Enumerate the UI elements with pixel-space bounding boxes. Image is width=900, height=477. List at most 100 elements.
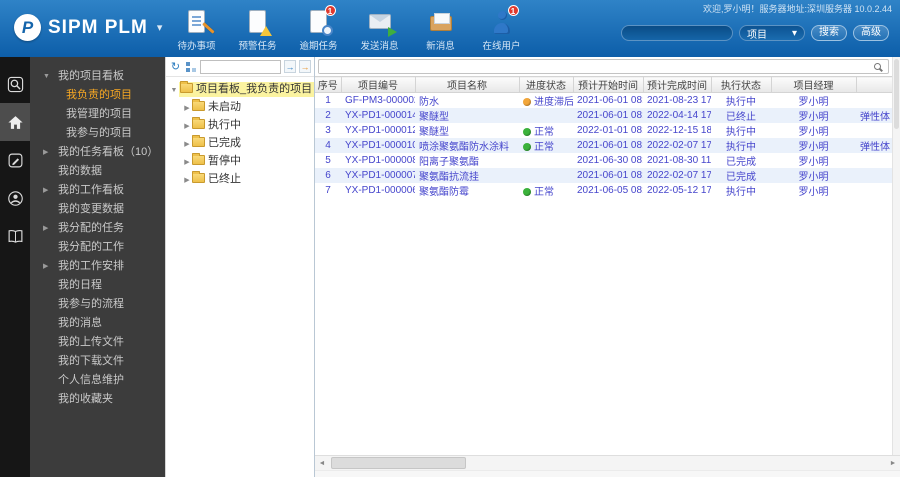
cell-project-type[interactable]: 弹性体 bbox=[856, 138, 892, 153]
cell-progress-status[interactable]: 正常 bbox=[519, 138, 573, 153]
cell-progress-status[interactable]: 进度滞后 bbox=[519, 93, 573, 108]
col-header-progress-status[interactable]: 进度状态 bbox=[519, 76, 574, 93]
cell-exec-status[interactable]: 已终止 bbox=[711, 108, 771, 123]
cell-progress-status[interactable] bbox=[519, 108, 573, 123]
cell-planned-start[interactable]: 2021-06-01 08:00 bbox=[573, 93, 643, 109]
grid-filter-input[interactable] bbox=[319, 60, 874, 73]
cell-planned-start[interactable]: 2021-06-30 08:00 bbox=[573, 153, 643, 168]
cell-project-type[interactable] bbox=[856, 93, 892, 109]
rail-search-button[interactable] bbox=[0, 65, 30, 103]
sidebar-item-my-messages[interactable]: 我的消息 bbox=[30, 314, 165, 333]
cell-project-code[interactable]: YX-PD1-000007 bbox=[341, 168, 415, 183]
cell-project-code[interactable]: YX-PD1-000012 bbox=[341, 123, 415, 138]
cell-project-name[interactable]: 聚氨酯防霉 bbox=[415, 183, 519, 198]
cell-planned-start[interactable]: 2021-06-01 08:00 bbox=[573, 138, 643, 153]
cell-planned-finish[interactable]: 2022-04-14 17:00 bbox=[643, 108, 711, 123]
project-row[interactable]: 4 YX-PD1-000010 喷涂聚氨酯防水涂料 正常 2021-06-01 … bbox=[315, 138, 892, 153]
cell-planned-start[interactable]: 2022-01-01 08:00 bbox=[573, 123, 643, 138]
cell-project-manager[interactable]: 罗小明 bbox=[771, 168, 856, 183]
cell-project-code[interactable]: GF-PM3-000002 bbox=[341, 93, 415, 109]
cell-planned-finish[interactable]: 2022-02-07 17:00 bbox=[643, 168, 711, 183]
cell-project-manager[interactable]: 罗小明 bbox=[771, 123, 856, 138]
horizontal-scrollbar[interactable]: ◄ ► bbox=[315, 455, 900, 470]
cell-planned-start[interactable]: 2021-06-01 08:00 bbox=[573, 108, 643, 123]
warning-tasks-button[interactable]: 预警任务 bbox=[227, 9, 288, 52]
global-search-input[interactable] bbox=[621, 25, 733, 41]
online-users-button[interactable]: 1 在线用户 bbox=[471, 5, 532, 52]
cell-project-name[interactable]: 喷涂聚氨酯防水涂料 bbox=[415, 138, 519, 153]
brand-caret-down-icon[interactable]: ▾ bbox=[157, 21, 163, 34]
cell-project-code[interactable]: YX-PD1-000014 bbox=[341, 108, 415, 123]
cell-project-name[interactable]: 防水 bbox=[415, 93, 519, 108]
cell-planned-finish[interactable]: 2022-12-15 18:05 bbox=[643, 123, 711, 138]
rail-edit-button[interactable] bbox=[0, 141, 30, 179]
sidebar-item-my-data[interactable]: 我的数据 bbox=[30, 162, 165, 181]
tree-node-executing[interactable]: ▶ 执行中 bbox=[166, 116, 314, 134]
tree-root-node[interactable]: ▼ 项目看板_我负责的项目 bbox=[166, 80, 314, 98]
cell-project-manager[interactable]: 罗小明 bbox=[771, 153, 856, 168]
project-row[interactable]: 1 GF-PM3-000002 防水 进度滞后 2021-06-01 08:00… bbox=[315, 93, 892, 109]
cell-planned-finish[interactable]: 2021-08-23 17:00 bbox=[643, 93, 711, 109]
cell-index[interactable]: 3 bbox=[315, 123, 341, 138]
sidebar-item-my-task-board[interactable]: ▶ 我的任务看板（10） bbox=[30, 143, 165, 162]
cell-exec-status[interactable]: 执行中 bbox=[711, 138, 771, 153]
sidebar-item-my-workflows[interactable]: 我参与的流程 bbox=[30, 295, 165, 314]
tree-node-paused[interactable]: ▶ 暂停中 bbox=[166, 152, 314, 170]
cell-exec-status[interactable]: 执行中 bbox=[711, 93, 771, 108]
todo-items-button[interactable]: 待办事项 bbox=[166, 9, 227, 52]
project-row[interactable]: 6 YX-PD1-000007 聚氨酯抗流挂 2021-06-01 08:00 … bbox=[315, 168, 892, 183]
cell-planned-finish[interactable]: 2022-05-12 17:00 bbox=[643, 183, 711, 198]
col-header-project-name[interactable]: 项目名称 bbox=[415, 76, 520, 93]
sidebar-item-my-favorites[interactable]: 我的收藏夹 bbox=[30, 390, 165, 409]
vertical-scrollbar-thumb[interactable] bbox=[894, 59, 899, 129]
filter-search-icon[interactable] bbox=[874, 63, 881, 70]
sidebar-item-projects-i-manage[interactable]: 我管理的项目 bbox=[30, 105, 165, 124]
tree-find-next-button[interactable]: → bbox=[284, 60, 296, 73]
cell-index[interactable]: 1 bbox=[315, 93, 341, 109]
sidebar-item-profile-maintenance[interactable]: 个人信息维护 bbox=[30, 371, 165, 390]
search-scope-dropdown[interactable]: 项目 ▾ bbox=[739, 25, 805, 41]
tree-search-input[interactable] bbox=[200, 59, 281, 74]
col-header-project-manager[interactable]: 项目经理 bbox=[771, 76, 857, 93]
project-row[interactable]: 3 YX-PD1-000012 聚醚型 正常 2022-01-01 08:00 … bbox=[315, 123, 892, 138]
cell-project-manager[interactable]: 罗小明 bbox=[771, 183, 856, 198]
cell-index[interactable]: 4 bbox=[315, 138, 341, 153]
cell-index[interactable]: 5 bbox=[315, 153, 341, 168]
rail-library-button[interactable] bbox=[0, 217, 30, 255]
cell-exec-status[interactable]: 执行中 bbox=[711, 123, 771, 138]
tree-node-not-started[interactable]: ▶ 未启动 bbox=[166, 98, 314, 116]
cell-project-manager[interactable]: 罗小明 bbox=[771, 108, 856, 123]
cell-project-name[interactable]: 聚醚型 bbox=[415, 108, 519, 123]
sidebar-item-my-project-board[interactable]: ▼ 我的项目看板 bbox=[30, 67, 165, 86]
tree-node-terminated[interactable]: ▶ 已终止 bbox=[166, 170, 314, 188]
cell-project-code[interactable]: YX-PD1-000006 bbox=[341, 183, 415, 198]
cell-progress-status[interactable] bbox=[519, 153, 573, 168]
send-message-button[interactable]: 发送消息 bbox=[349, 9, 410, 52]
sidebar-item-projects-i-own[interactable]: 我负责的项目 bbox=[30, 86, 165, 105]
cell-project-name[interactable]: 聚醚型 bbox=[415, 123, 519, 138]
sidebar-item-projects-i-join[interactable]: 我参与的项目 bbox=[30, 124, 165, 143]
cell-project-type[interactable] bbox=[856, 153, 892, 168]
cell-project-type[interactable] bbox=[856, 168, 892, 183]
cell-progress-status[interactable] bbox=[519, 168, 573, 183]
col-header-index[interactable]: 序号 bbox=[315, 76, 342, 93]
cell-project-code[interactable]: YX-PD1-000008 bbox=[341, 153, 415, 168]
col-header-planned-finish[interactable]: 预计完成时间 bbox=[643, 76, 712, 93]
sidebar-item-my-work-board[interactable]: ▶ 我的工作看板 bbox=[30, 181, 165, 200]
cell-exec-status[interactable]: 已完成 bbox=[711, 168, 771, 183]
cell-planned-finish[interactable]: 2021-08-30 11:21 bbox=[643, 153, 711, 168]
rail-user-button[interactable] bbox=[0, 179, 30, 217]
cell-exec-status[interactable]: 执行中 bbox=[711, 183, 771, 198]
tree-node-completed[interactable]: ▶ 已完成 bbox=[166, 134, 314, 152]
sidebar-item-my-downloads[interactable]: 我的下载文件 bbox=[30, 352, 165, 371]
tree-find-prev-button[interactable]: → bbox=[299, 60, 311, 73]
sidebar-item-tasks-i-assigned[interactable]: ▶ 我分配的任务 bbox=[30, 219, 165, 238]
sidebar-item-my-calendar[interactable]: 我的日程 bbox=[30, 276, 165, 295]
search-button[interactable]: 搜索 bbox=[811, 25, 847, 41]
overdue-tasks-button[interactable]: 1 逾期任务 bbox=[288, 5, 349, 52]
cell-progress-status[interactable]: 正常 bbox=[519, 123, 573, 138]
cell-project-type[interactable]: 弹性体 bbox=[856, 108, 892, 123]
scroll-left-arrow-icon[interactable]: ◄ bbox=[315, 456, 329, 470]
cell-planned-start[interactable]: 2021-06-01 08:00 bbox=[573, 168, 643, 183]
cell-project-name[interactable]: 阳离子聚氨酯 bbox=[415, 153, 519, 168]
